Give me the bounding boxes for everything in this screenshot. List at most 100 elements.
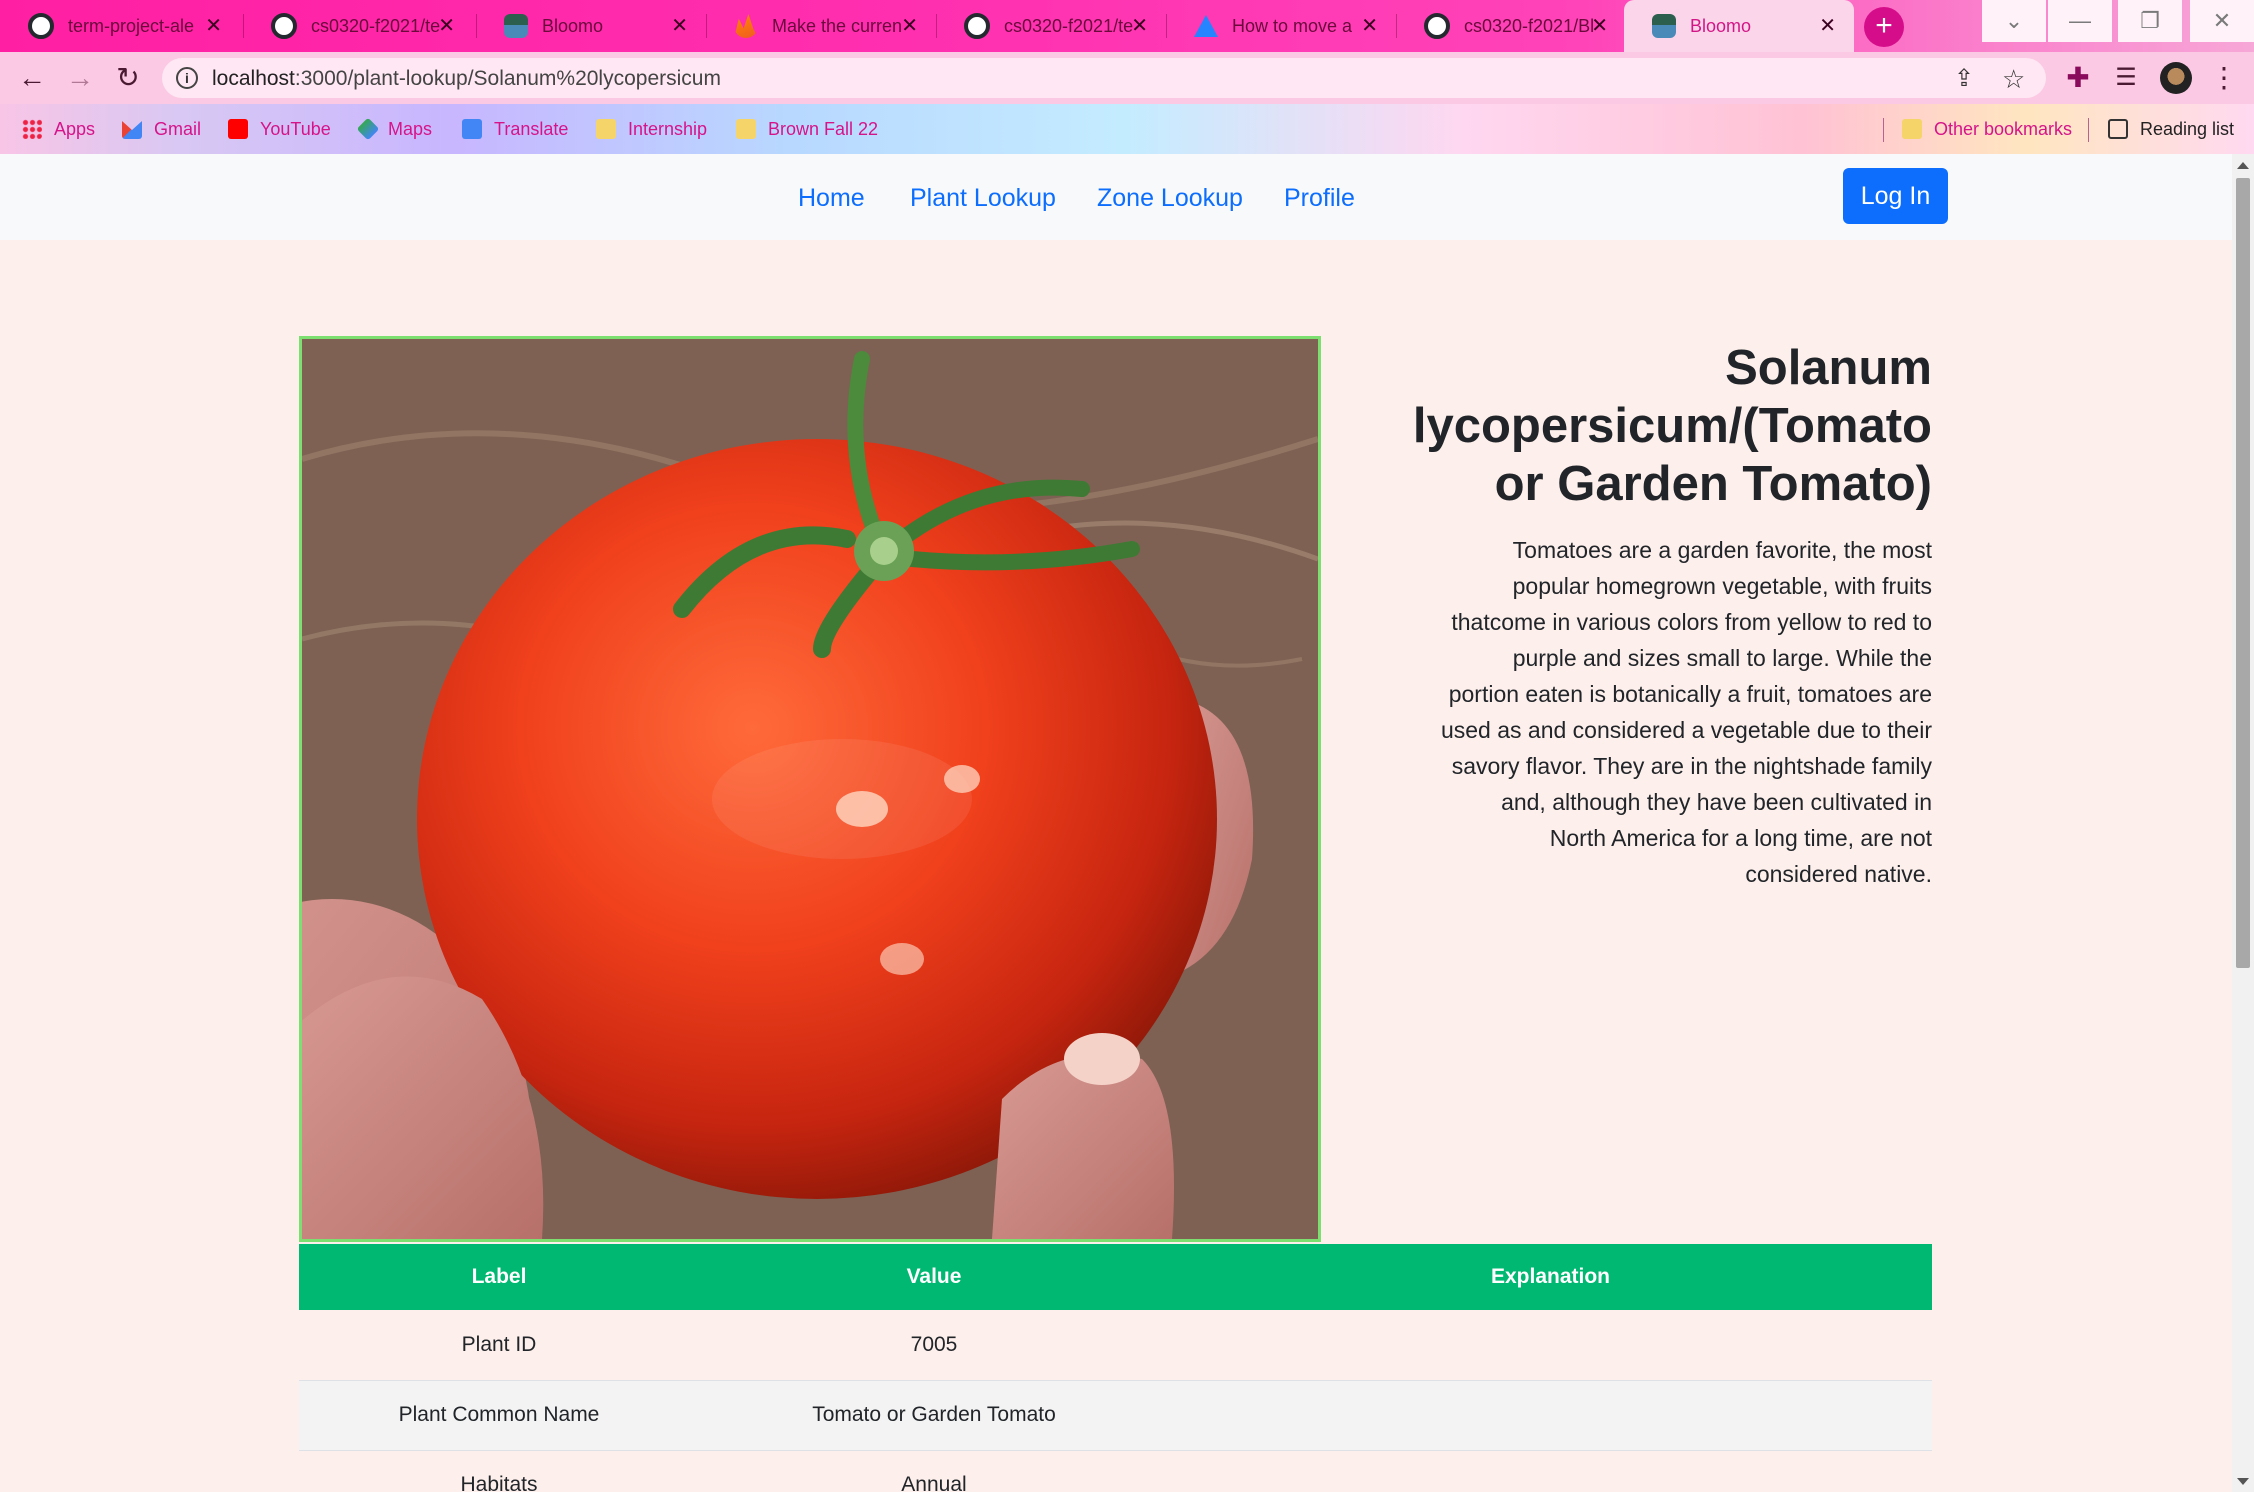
column-header-explanation: Explanation xyxy=(1169,1244,1932,1310)
bookmark-internship[interactable]: Internship xyxy=(596,116,707,142)
folder-icon xyxy=(1902,119,1922,139)
cell-label: Plant ID xyxy=(299,1310,699,1381)
close-icon[interactable]: ✕ xyxy=(671,13,688,38)
close-icon[interactable]: ✕ xyxy=(1131,13,1148,38)
page-content: Home Plant Lookup Zone Lookup Profile Lo… xyxy=(0,154,2232,1492)
bloomo-icon xyxy=(1652,14,1676,38)
extensions-icon[interactable]: ✚ xyxy=(2062,62,2094,94)
github-icon xyxy=(271,13,297,39)
close-window-button[interactable]: ✕ xyxy=(2190,0,2254,42)
youtube-icon xyxy=(228,119,248,139)
close-icon[interactable]: ✕ xyxy=(205,13,222,38)
github-icon xyxy=(964,13,990,39)
reload-icon[interactable]: ↻ xyxy=(112,62,144,94)
cell-explanation xyxy=(1169,1450,1932,1492)
translate-icon xyxy=(462,119,482,139)
media-control-icon[interactable]: ☰ xyxy=(2110,62,2142,94)
column-header-label: Label xyxy=(299,1244,699,1310)
browser-tab[interactable]: cs0320-f2021/te ✕ xyxy=(936,0,1166,52)
stackoverflow-icon xyxy=(734,14,758,38)
tab-title: term-project-ale xyxy=(68,15,195,36)
github-icon xyxy=(28,13,54,39)
tab-title: Make the curren xyxy=(772,15,902,36)
column-header-value: Value xyxy=(699,1244,1169,1310)
tab-title: cs0320-f2021/Bl xyxy=(1464,15,1594,36)
close-icon[interactable]: ✕ xyxy=(901,13,918,38)
bookmarks-bar: Apps Gmail YouTube Maps Translate Intern… xyxy=(0,104,2254,154)
gmail-icon xyxy=(122,121,142,139)
cell-value: Tomato or Garden Tomato xyxy=(699,1380,1169,1451)
browser-tab[interactable]: term-project-ale ✕ xyxy=(0,0,240,52)
profile-avatar[interactable] xyxy=(2160,62,2192,94)
cell-value: 7005 xyxy=(699,1310,1169,1381)
minimize-button[interactable]: — xyxy=(2048,0,2112,42)
maps-pin-icon xyxy=(356,117,380,141)
info-icon[interactable]: i xyxy=(176,67,198,89)
bookmark-translate[interactable]: Translate xyxy=(462,116,568,142)
tab-title: How to move a xyxy=(1232,15,1353,36)
browser-tab-active[interactable]: Bloomo ✕ xyxy=(1624,0,1854,52)
bookmark-star-icon[interactable]: ☆ xyxy=(2002,64,2025,95)
tab-title: Bloomo xyxy=(1690,15,1752,36)
reading-list[interactable]: Reading list xyxy=(2108,116,2234,142)
folder-icon xyxy=(596,119,616,139)
tomato-photo xyxy=(302,339,1318,1239)
scroll-down-icon[interactable] xyxy=(2237,1478,2249,1485)
bookmark-gmail[interactable]: Gmail xyxy=(122,116,201,142)
tab-search-button[interactable]: ⌄ xyxy=(1982,0,2046,42)
vertical-scrollbar[interactable] xyxy=(2232,154,2254,1492)
browser-tab[interactable]: Bloomo ✕ xyxy=(476,0,706,52)
bookmark-other[interactable]: Other bookmarks xyxy=(1902,116,2072,142)
nav-plant-lookup[interactable]: Plant Lookup xyxy=(910,184,1056,213)
table-row: Plant Common Name Tomato or Garden Tomat… xyxy=(299,1380,1932,1451)
browser-tab[interactable]: Make the curren ✕ xyxy=(706,0,936,52)
url-field[interactable]: i localhost:3000/plant-lookup/Solanum%20… xyxy=(162,58,2046,98)
close-icon[interactable]: ✕ xyxy=(1819,13,1836,38)
cell-value: Annual xyxy=(699,1450,1169,1492)
address-bar: ← → ↻ i localhost:3000/plant-lookup/Sola… xyxy=(0,52,2254,104)
nav-profile[interactable]: Profile xyxy=(1284,184,1355,213)
tab-title: Bloomo xyxy=(542,15,604,36)
close-icon[interactable]: ✕ xyxy=(438,13,455,38)
cell-explanation xyxy=(1169,1380,1932,1451)
site-navbar: Home Plant Lookup Zone Lookup Profile Lo… xyxy=(0,154,2232,240)
back-icon[interactable]: ← xyxy=(16,62,48,94)
table-row: Habitats Annual xyxy=(299,1450,1932,1492)
github-icon xyxy=(1424,13,1450,39)
menu-kebab-icon[interactable]: ⋮ xyxy=(2208,62,2240,94)
close-icon[interactable]: ✕ xyxy=(1591,13,1608,38)
reading-list-icon xyxy=(2108,119,2128,139)
url-text: localhost:3000/plant-lookup/Solanum%20ly… xyxy=(212,67,721,90)
tab-title: cs0320-f2021/te xyxy=(1004,15,1134,36)
plant-data-table: Label Value Explanation Plant ID 7005 Pl… xyxy=(299,1244,1932,1492)
cell-label: Habitats xyxy=(299,1450,699,1492)
forward-icon[interactable]: → xyxy=(64,62,96,94)
table-row: Plant ID 7005 xyxy=(299,1310,1932,1381)
scrollbar-thumb[interactable] xyxy=(2236,178,2250,968)
bookmark-youtube[interactable]: YouTube xyxy=(228,116,331,142)
scroll-up-icon[interactable] xyxy=(2237,162,2249,169)
bookmark-apps[interactable]: Apps xyxy=(22,116,95,142)
plant-description: Tomatoes are a garden favorite, the most… xyxy=(1440,537,1932,887)
browser-tab[interactable]: cs0320-f2021/te ✕ xyxy=(243,0,473,52)
folder-icon xyxy=(736,119,756,139)
login-button[interactable]: Log In xyxy=(1843,168,1948,224)
bookmark-brown-fall-22[interactable]: Brown Fall 22 xyxy=(736,116,878,142)
new-tab-button[interactable]: + xyxy=(1864,7,1904,47)
restore-button[interactable]: ❐ xyxy=(2118,0,2182,42)
cell-label: Plant Common Name xyxy=(299,1380,699,1451)
browser-tab[interactable]: cs0320-f2021/Bl ✕ xyxy=(1396,0,1626,52)
browser-tab-bar: term-project-ale ✕ cs0320-f2021/te ✕ Blo… xyxy=(0,0,2254,52)
bloomo-icon xyxy=(504,14,528,38)
bookmark-maps[interactable]: Maps xyxy=(356,116,432,142)
tab-title: cs0320-f2021/te xyxy=(311,15,441,36)
plant-image xyxy=(299,336,1321,1242)
nav-zone-lookup[interactable]: Zone Lookup xyxy=(1097,184,1243,213)
nav-home[interactable]: Home xyxy=(798,184,865,213)
table-header-row: Label Value Explanation xyxy=(299,1244,1932,1310)
plant-title: Solanum lycopersicum/(Tomato or Garden T… xyxy=(1412,341,1932,511)
apps-grid-icon xyxy=(22,119,42,139)
close-icon[interactable]: ✕ xyxy=(1361,13,1378,38)
share-icon[interactable]: ⇪ xyxy=(1954,64,1974,93)
browser-tab[interactable]: How to move a ✕ xyxy=(1166,0,1396,52)
